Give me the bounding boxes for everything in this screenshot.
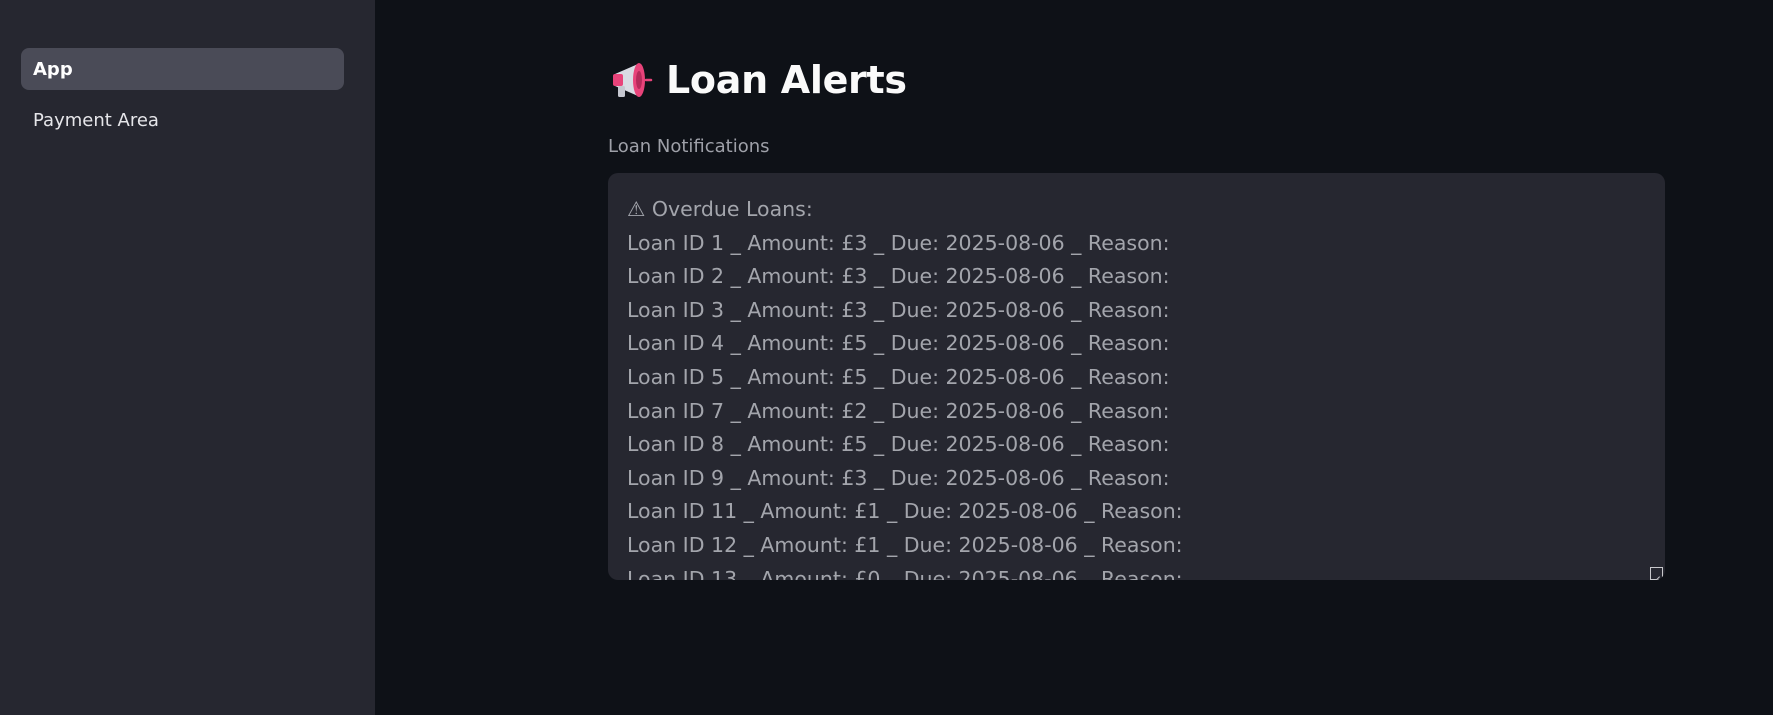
- sidebar: App Payment Area: [0, 0, 375, 715]
- page-header: Loan Alerts: [608, 52, 907, 108]
- loan-notifications-text[interactable]: ⚠ Overdue Loans: Loan ID 1 _ Amount: £3 …: [608, 173, 1665, 580]
- main-content: Loan Alerts Loan Notifications ⚠ Overdue…: [375, 0, 1773, 715]
- sidebar-item-payment-area[interactable]: Payment Area: [21, 99, 344, 141]
- sidebar-item-label: App: [33, 58, 73, 80]
- page-title: Loan Alerts: [666, 58, 907, 102]
- sidebar-item-label: Payment Area: [33, 109, 159, 131]
- megaphone-icon: [608, 55, 658, 105]
- loan-notifications-textarea[interactable]: ⚠ Overdue Loans: Loan ID 1 _ Amount: £3 …: [608, 173, 1665, 580]
- resize-handle-icon[interactable]: [1650, 567, 1663, 580]
- app-root: App Payment Area Loan Alerts Loan Notifi…: [0, 0, 1773, 715]
- sidebar-item-app[interactable]: App: [21, 48, 344, 90]
- loan-notifications-label: Loan Notifications: [608, 136, 770, 157]
